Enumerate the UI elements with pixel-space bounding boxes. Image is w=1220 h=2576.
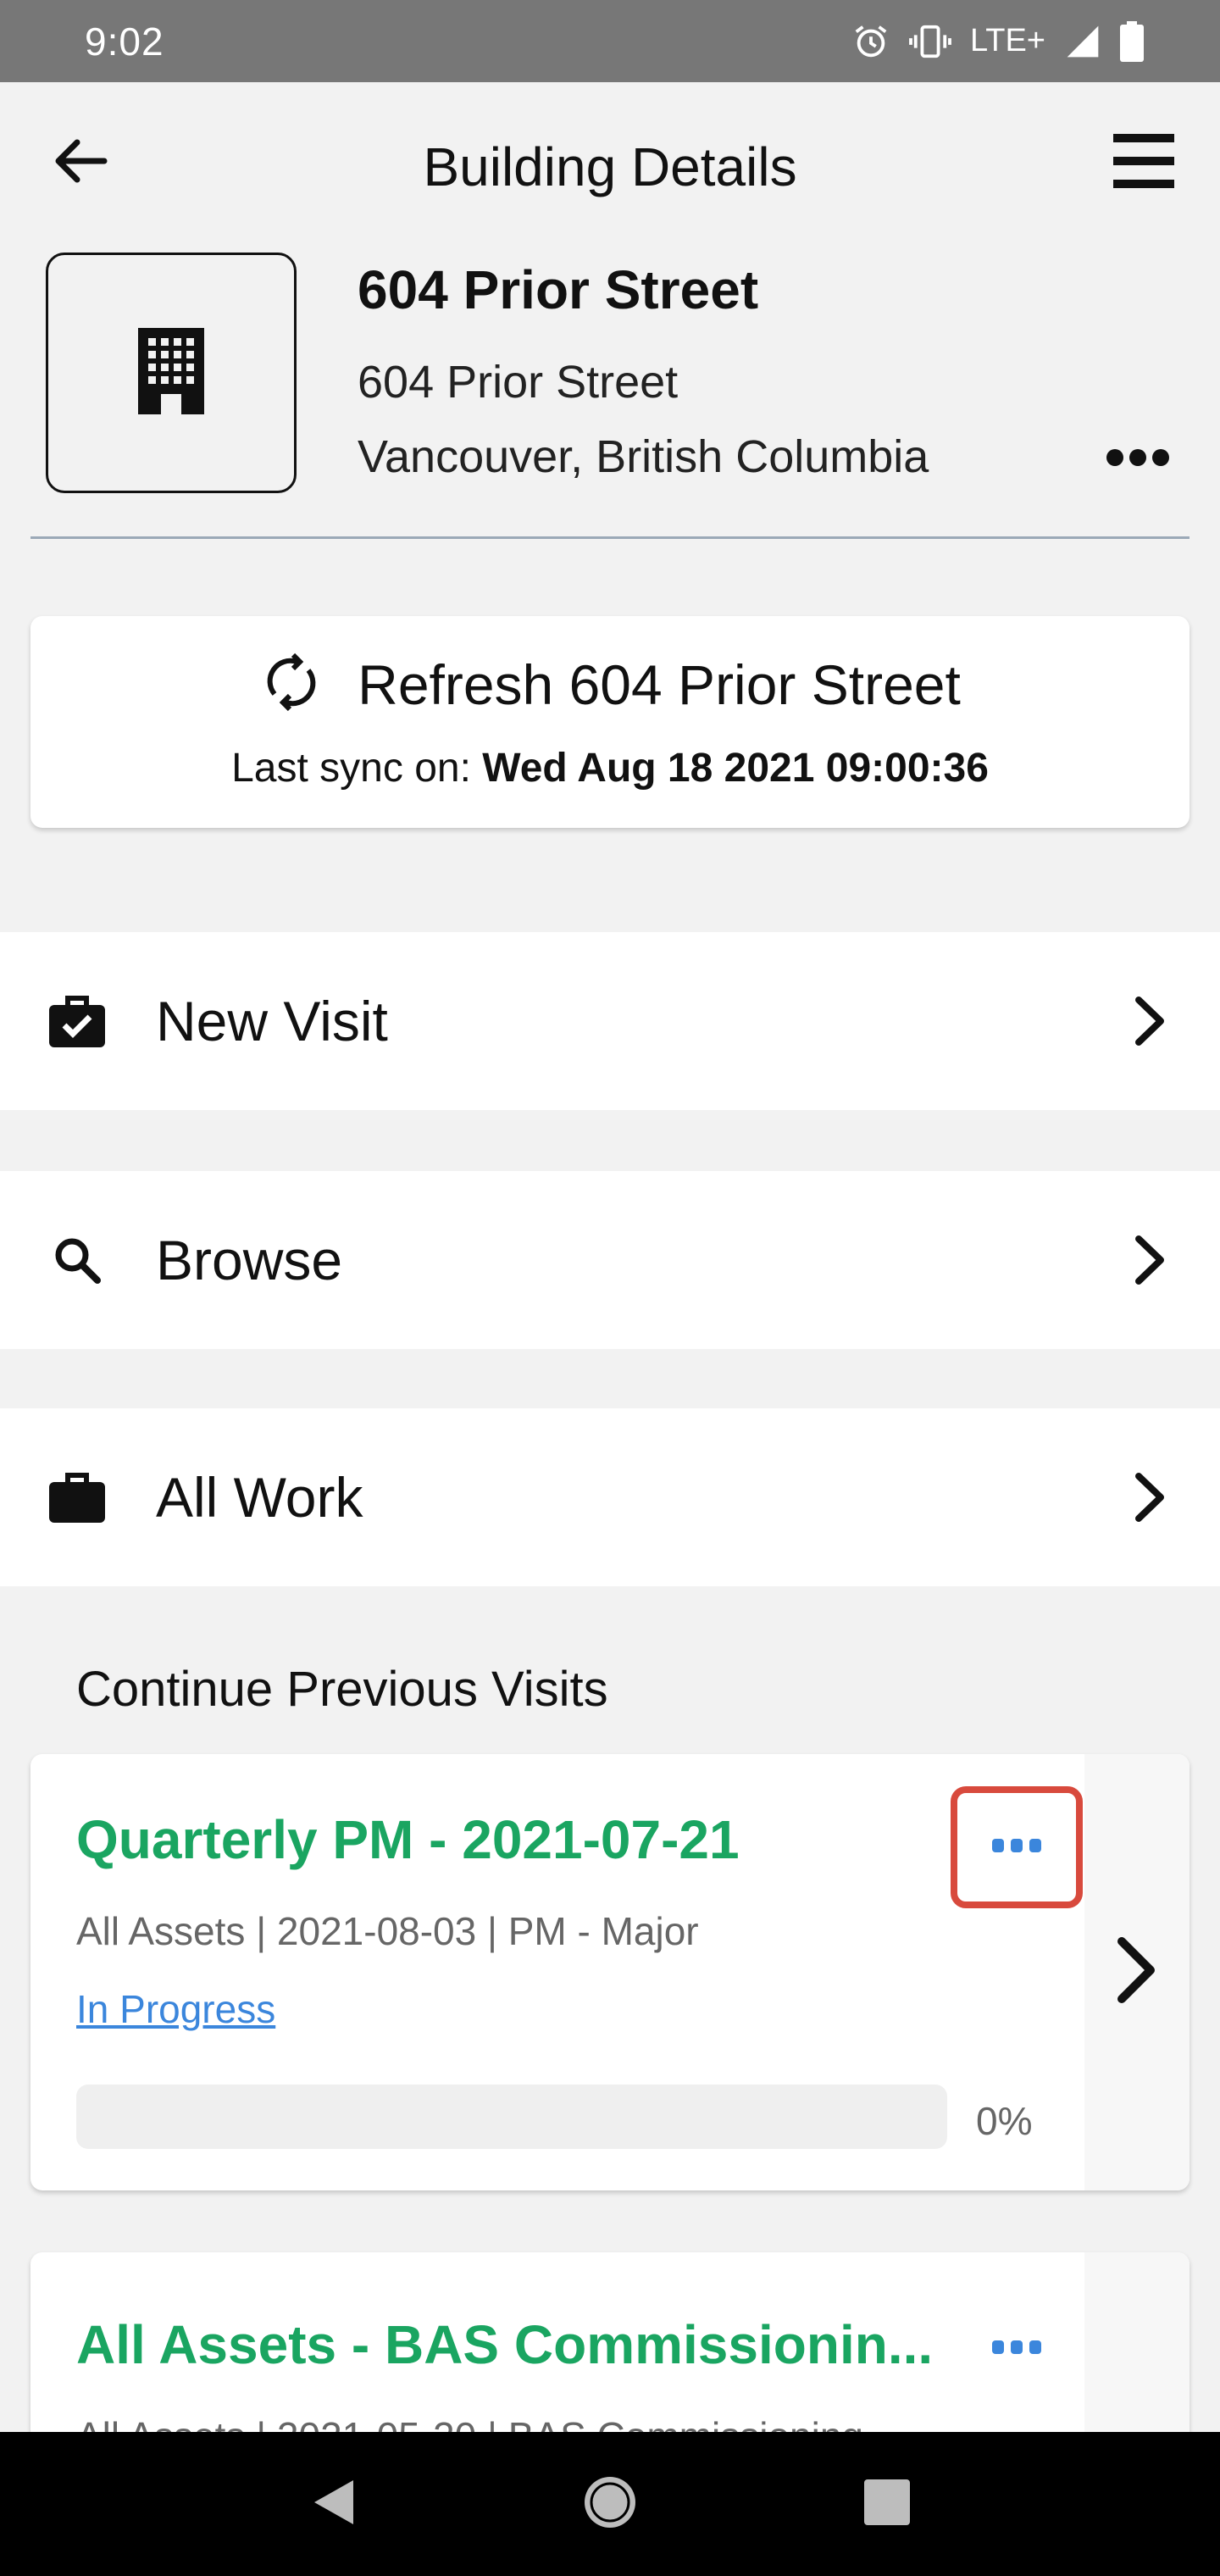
visit-title: All Assets - BAS Commissionin... bbox=[76, 2314, 934, 2375]
building-more-button[interactable] bbox=[1100, 441, 1176, 478]
back-button[interactable] bbox=[42, 125, 119, 201]
screen: 9:02 LTE+ Building Details 604 Prior Str… bbox=[0, 0, 1220, 2576]
back-triangle-icon bbox=[309, 2477, 357, 2532]
visit-status-link[interactable]: In Progress bbox=[76, 1986, 275, 2032]
building-name: 604 Prior Street bbox=[358, 259, 759, 320]
arrow-left-icon bbox=[53, 137, 108, 189]
visit-meta: All Assets | 2021-08-03 | PM - Major bbox=[76, 1909, 699, 1953]
status-time: 9:02 bbox=[85, 19, 164, 64]
nav-label-all-work: All Work bbox=[156, 1466, 363, 1529]
refresh-title: Refresh 604 Prior Street bbox=[358, 652, 961, 716]
refresh-row: Refresh 604 Prior Street bbox=[30, 650, 1190, 719]
signal-icon bbox=[1064, 23, 1101, 60]
search-icon bbox=[47, 1230, 107, 1290]
chevron-right-icon bbox=[1115, 1935, 1159, 2010]
chevron-right-icon bbox=[1125, 1226, 1176, 1294]
last-sync-value: Wed Aug 18 2021 09:00:36 bbox=[482, 746, 989, 791]
visit-progress-bar bbox=[76, 2085, 947, 2149]
building-thumbnail bbox=[46, 253, 297, 493]
system-home-button[interactable] bbox=[568, 2462, 652, 2546]
recents-square-icon bbox=[863, 2479, 910, 2529]
visit-card[interactable]: Quarterly PM - 2021-07-21 All Assets | 2… bbox=[30, 1754, 1190, 2190]
visit-more-button[interactable] bbox=[951, 1786, 1083, 1908]
visit-title: Quarterly PM - 2021-07-21 bbox=[76, 1809, 740, 1870]
last-sync-label: Last sync on: bbox=[231, 746, 471, 791]
nav-row-all-work[interactable]: All Work bbox=[0, 1408, 1220, 1586]
section-title-previous-visits: Continue Previous Visits bbox=[76, 1662, 608, 1717]
system-recents-button[interactable] bbox=[845, 2462, 929, 2546]
home-circle-icon bbox=[580, 2473, 640, 2536]
network-type: LTE+ bbox=[969, 23, 1045, 58]
hamburger-menu-icon bbox=[1113, 132, 1174, 194]
building-address-line1: 604 Prior Street bbox=[358, 357, 679, 408]
status-icons: LTE+ bbox=[851, 20, 1144, 62]
nav-row-browse[interactable]: Browse bbox=[0, 1171, 1220, 1349]
visit-open-button[interactable] bbox=[1084, 1754, 1190, 2190]
building-address-line2: Vancouver, British Columbia bbox=[358, 431, 929, 482]
more-horizontal-icon bbox=[1106, 448, 1170, 471]
briefcase-check-icon bbox=[47, 991, 107, 1051]
nav-row-new-visit[interactable]: New Visit bbox=[0, 932, 1220, 1110]
visit-progress-label: 0% bbox=[976, 2099, 1033, 2143]
app-bar: Building Details bbox=[0, 82, 1220, 252]
menu-button[interactable] bbox=[1101, 125, 1186, 201]
last-sync-text: Last sync on: Wed Aug 18 2021 09:00:36 bbox=[30, 745, 1190, 791]
nav-label-new-visit: New Visit bbox=[156, 990, 388, 1052]
sync-icon bbox=[259, 650, 324, 719]
more-horizontal-icon bbox=[992, 2340, 1041, 2358]
page-title: Building Details bbox=[423, 136, 797, 197]
battery-icon bbox=[1120, 20, 1144, 62]
header-divider bbox=[30, 536, 1190, 539]
refresh-card[interactable]: Refresh 604 Prior Street Last sync on: W… bbox=[30, 616, 1190, 828]
alarm-icon bbox=[851, 22, 890, 61]
chevron-right-icon bbox=[1125, 1463, 1176, 1531]
system-back-button[interactable] bbox=[291, 2462, 375, 2546]
building-icon bbox=[136, 325, 207, 421]
status-bar: 9:02 LTE+ bbox=[0, 0, 1220, 82]
nav-label-browse: Browse bbox=[156, 1229, 343, 1291]
more-horizontal-icon bbox=[992, 1838, 1041, 1857]
briefcase-icon bbox=[47, 1468, 107, 1527]
chevron-right-icon bbox=[1125, 987, 1176, 1055]
visit-more-button[interactable] bbox=[983, 2332, 1051, 2366]
system-nav-bar bbox=[0, 2432, 1220, 2576]
vibrate-icon bbox=[909, 22, 951, 61]
